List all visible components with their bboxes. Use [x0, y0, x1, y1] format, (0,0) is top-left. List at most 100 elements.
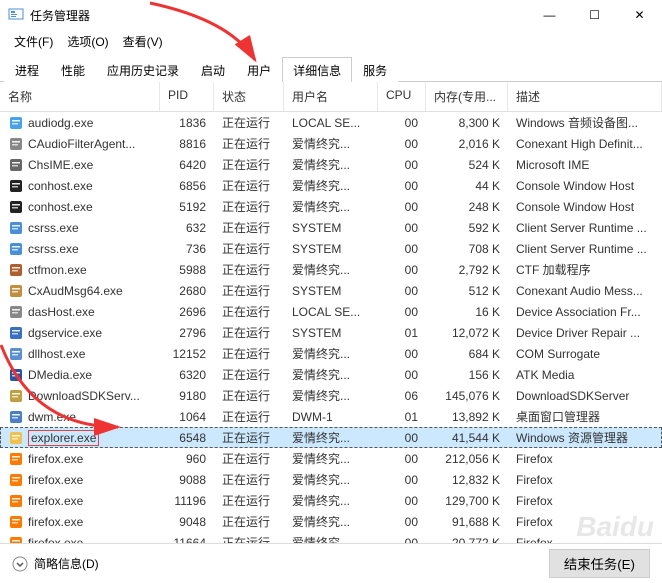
- process-name: ctfmon.exe: [28, 263, 87, 277]
- cell-mem: 248 K: [426, 198, 508, 216]
- tab-bar: 进程 性能 应用历史记录 启动 用户 详细信息 服务: [0, 56, 662, 82]
- process-row[interactable]: csrss.exe736正在运行SYSTEM00708 KClient Serv…: [0, 238, 662, 259]
- cell-name: firefox.exe: [0, 470, 160, 490]
- brief-info-label: 简略信息(D): [34, 555, 99, 572]
- cell-cpu: 00: [378, 303, 426, 321]
- process-name: CAudioFilterAgent...: [28, 137, 135, 151]
- tab-services[interactable]: 服务: [352, 57, 398, 82]
- process-icon: [8, 346, 24, 362]
- cell-mem: 12,832 K: [426, 471, 508, 489]
- cell-status: 正在运行: [214, 322, 284, 343]
- cell-status: 正在运行: [214, 511, 284, 532]
- process-icon: [8, 136, 24, 152]
- process-icon: [8, 304, 24, 320]
- cell-pid: 5192: [160, 198, 214, 216]
- cell-user: 爱情终究...: [284, 427, 378, 448]
- header-user[interactable]: 用户名: [284, 82, 378, 111]
- cell-desc: DownloadSDKServer: [508, 387, 662, 405]
- cell-cpu: 00: [378, 429, 426, 447]
- window-title: 任务管理器: [30, 7, 527, 24]
- cell-status: 正在运行: [214, 427, 284, 448]
- process-row[interactable]: conhost.exe6856正在运行爱情终究...0044 KConsole …: [0, 175, 662, 196]
- process-name: firefox.exe: [28, 452, 83, 466]
- process-row[interactable]: dwm.exe1064正在运行DWM-10113,892 K桌面窗口管理器: [0, 406, 662, 427]
- process-row[interactable]: dllhost.exe12152正在运行爱情终究...00684 KCOM Su…: [0, 343, 662, 364]
- process-name: dllhost.exe: [28, 347, 85, 361]
- cell-status: 正在运行: [214, 196, 284, 217]
- header-cpu[interactable]: CPU: [378, 82, 426, 111]
- header-description[interactable]: 描述: [508, 82, 662, 111]
- cell-desc: Console Window Host: [508, 177, 662, 195]
- process-row[interactable]: dasHost.exe2696正在运行LOCAL SE...0016 KDevi…: [0, 301, 662, 322]
- cell-cpu: 01: [378, 408, 426, 426]
- process-row[interactable]: DMedia.exe6320正在运行爱情终究...00156 KATK Medi…: [0, 364, 662, 385]
- cell-cpu: 00: [378, 240, 426, 258]
- tab-performance[interactable]: 性能: [50, 57, 96, 82]
- cell-status: 正在运行: [214, 343, 284, 364]
- cell-desc: Firefox: [508, 450, 662, 468]
- tab-users[interactable]: 用户: [236, 57, 282, 82]
- process-name: dgservice.exe: [28, 326, 102, 340]
- minimize-button[interactable]: —: [527, 0, 572, 30]
- process-row[interactable]: explorer.exe6548正在运行爱情终究...0041,544 KWin…: [0, 427, 662, 448]
- cell-mem: 156 K: [426, 366, 508, 384]
- cell-name: dwm.exe: [0, 407, 160, 427]
- cell-cpu: 00: [378, 513, 426, 531]
- process-row[interactable]: firefox.exe9048正在运行爱情终究...0091,688 KFire…: [0, 511, 662, 532]
- cell-cpu: 00: [378, 135, 426, 153]
- cell-desc: Microsoft IME: [508, 156, 662, 174]
- process-name: conhost.exe: [28, 179, 93, 193]
- tab-app-history[interactable]: 应用历史记录: [96, 57, 190, 82]
- cell-name: DownloadSDKServ...: [0, 386, 160, 406]
- cell-mem: 2,792 K: [426, 261, 508, 279]
- process-name: firefox.exe: [28, 515, 83, 529]
- header-status[interactable]: 状态: [214, 82, 284, 111]
- process-icon: [8, 409, 24, 425]
- cell-user: 爱情终究...: [284, 133, 378, 154]
- maximize-button[interactable]: ☐: [572, 0, 617, 30]
- cell-pid: 2680: [160, 282, 214, 300]
- process-row[interactable]: csrss.exe632正在运行SYSTEM00592 KClient Serv…: [0, 217, 662, 238]
- cell-cpu: 00: [378, 471, 426, 489]
- close-button[interactable]: ✕: [617, 0, 662, 30]
- cell-status: 正在运行: [214, 469, 284, 490]
- process-icon: [8, 430, 24, 446]
- header-name[interactable]: 名称: [0, 82, 160, 111]
- process-row[interactable]: DownloadSDKServ...9180正在运行爱情终究...06145,0…: [0, 385, 662, 406]
- header-pid[interactable]: PID: [160, 82, 214, 111]
- cell-pid: 960: [160, 450, 214, 468]
- process-row[interactable]: CxAudMsg64.exe2680正在运行SYSTEM00512 KConex…: [0, 280, 662, 301]
- cell-status: 正在运行: [214, 259, 284, 280]
- process-row[interactable]: dgservice.exe2796正在运行SYSTEM0112,072 KDev…: [0, 322, 662, 343]
- cell-status: 正在运行: [214, 364, 284, 385]
- process-row[interactable]: CAudioFilterAgent...8816正在运行爱情终究...002,0…: [0, 133, 662, 154]
- process-row[interactable]: firefox.exe960正在运行爱情终究...00212,056 KFire…: [0, 448, 662, 469]
- cell-cpu: 00: [378, 177, 426, 195]
- menu-options[interactable]: 选项(O): [61, 31, 114, 52]
- cell-user: SYSTEM: [284, 282, 378, 300]
- cell-name: firefox.exe: [0, 449, 160, 469]
- cell-cpu: 00: [378, 114, 426, 132]
- menu-file[interactable]: 文件(F): [8, 31, 59, 52]
- process-row[interactable]: firefox.exe9088正在运行爱情终究...0012,832 KFire…: [0, 469, 662, 490]
- chevron-down-icon: [12, 556, 28, 572]
- brief-info-toggle[interactable]: 简略信息(D): [12, 555, 99, 572]
- header-memory[interactable]: 内存(专用...: [426, 82, 508, 111]
- cell-user: 爱情终究...: [284, 175, 378, 196]
- process-row[interactable]: conhost.exe5192正在运行爱情终究...00248 KConsole…: [0, 196, 662, 217]
- tab-startup[interactable]: 启动: [190, 57, 236, 82]
- process-row[interactable]: audiodg.exe1836正在运行LOCAL SE...008,300 KW…: [0, 112, 662, 133]
- cell-mem: 13,892 K: [426, 408, 508, 426]
- tab-processes[interactable]: 进程: [4, 57, 50, 82]
- cell-pid: 736: [160, 240, 214, 258]
- process-row[interactable]: ctfmon.exe5988正在运行爱情终究...002,792 KCTF 加载…: [0, 259, 662, 280]
- cell-mem: 91,688 K: [426, 513, 508, 531]
- menu-view[interactable]: 查看(V): [117, 31, 169, 52]
- tab-details[interactable]: 详细信息: [282, 57, 352, 82]
- process-row[interactable]: ChsIME.exe6420正在运行爱情终究...00524 KMicrosof…: [0, 154, 662, 175]
- cell-name: conhost.exe: [0, 176, 160, 196]
- process-icon: [8, 262, 24, 278]
- process-row[interactable]: firefox.exe11196正在运行爱情终究...00129,700 KFi…: [0, 490, 662, 511]
- end-task-button[interactable]: 结束任务(E): [549, 549, 650, 578]
- cell-desc: Conexant Audio Mess...: [508, 282, 662, 300]
